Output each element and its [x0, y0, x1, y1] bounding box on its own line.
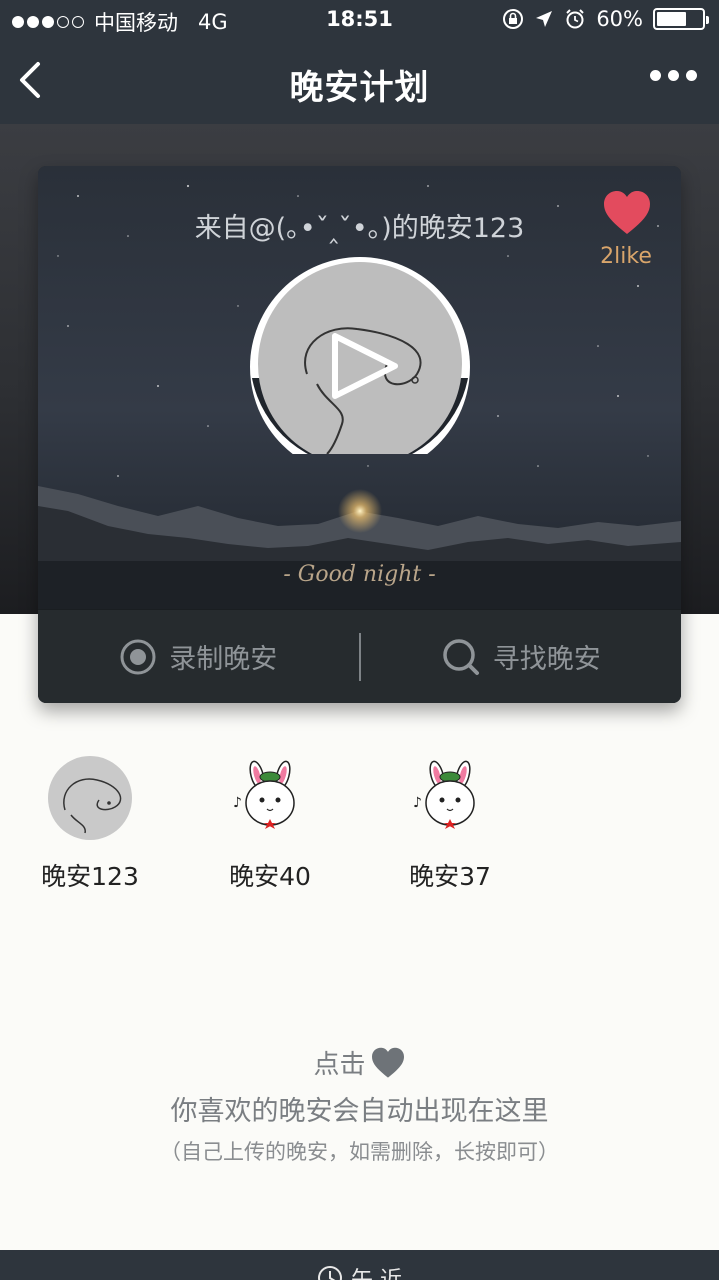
- bunny-avatar: ♪: [227, 755, 313, 841]
- card-heading: 来自@(｡•ˇ‸ˇ•｡)的晚安123: [194, 213, 525, 244]
- like-count: 2like: [600, 244, 652, 269]
- carrier-name: 中国移动: [94, 11, 178, 35]
- liked-list: 晚安123 ♪ 晚安40 ♪ 晚安37: [0, 755, 719, 895]
- list-item[interactable]: 晚安123: [30, 755, 150, 893]
- network-type: 4G: [198, 10, 228, 34]
- list-item[interactable]: ♪ 晚安37: [390, 755, 510, 893]
- signal-strength-icon: [12, 16, 84, 28]
- item-name: 晚安37: [409, 862, 491, 891]
- bottom-bar[interactable]: 午 近: [0, 1244, 719, 1280]
- search-icon: [443, 638, 479, 675]
- hint-click-text: 点击: [313, 1050, 366, 1080]
- more-options-icon[interactable]: [650, 70, 697, 81]
- nav-bar: 晚安计划: [0, 40, 719, 124]
- card-actions: 录制晚安 寻找晚安: [38, 609, 681, 703]
- night-card: 来自@(｡•ˇ‸ˇ•｡)的晚安123 2like - Good night - …: [38, 166, 681, 703]
- bunny-avatar: ♪: [407, 755, 493, 841]
- find-label: 寻找晚安: [492, 644, 601, 675]
- heart-icon: [371, 1047, 404, 1078]
- hint-sub-text: （自己上传的晚安，如需删除，长按即可）: [160, 1140, 559, 1164]
- list-item[interactable]: ♪ 晚安40: [210, 755, 330, 893]
- back-chevron-icon[interactable]: [14, 58, 54, 102]
- record-button[interactable]: 录制晚安: [38, 610, 359, 703]
- empty-hint: 点击 你喜欢的晚安会自动出现在这里 （自己上传的晚安，如需删除，长按即可）: [0, 1044, 719, 1166]
- find-button[interactable]: 寻找晚安: [361, 610, 682, 703]
- recent-icon: [318, 1266, 342, 1280]
- hint-main-text: 你喜欢的晚安会自动出现在这里: [170, 1096, 549, 1127]
- battery-percent: 60%: [596, 7, 643, 31]
- page-title: 晚安计划: [289, 68, 430, 108]
- location-arrow-icon: [536, 11, 553, 27]
- scallop-edge: [0, 1244, 719, 1256]
- alarm-icon: [566, 9, 585, 29]
- svg-text:♪: ♪: [233, 795, 242, 811]
- item-name: 晚安123: [41, 862, 139, 891]
- like-heart-icon[interactable]: [602, 190, 652, 236]
- svg-text:♪: ♪: [413, 795, 422, 811]
- doodle-avatar: [47, 755, 133, 841]
- record-label: 录制晚安: [169, 644, 278, 675]
- orientation-lock-icon: [503, 9, 524, 29]
- status-bar: 中国移动 4G 18:51 60%: [0, 0, 719, 40]
- bottom-label: 午 近: [351, 1262, 402, 1280]
- good-night-caption: - Good night -: [283, 562, 436, 587]
- battery-icon: [653, 8, 709, 30]
- item-name: 晚安40: [229, 862, 311, 891]
- record-icon: [120, 639, 156, 674]
- play-button[interactable]: [247, 254, 473, 454]
